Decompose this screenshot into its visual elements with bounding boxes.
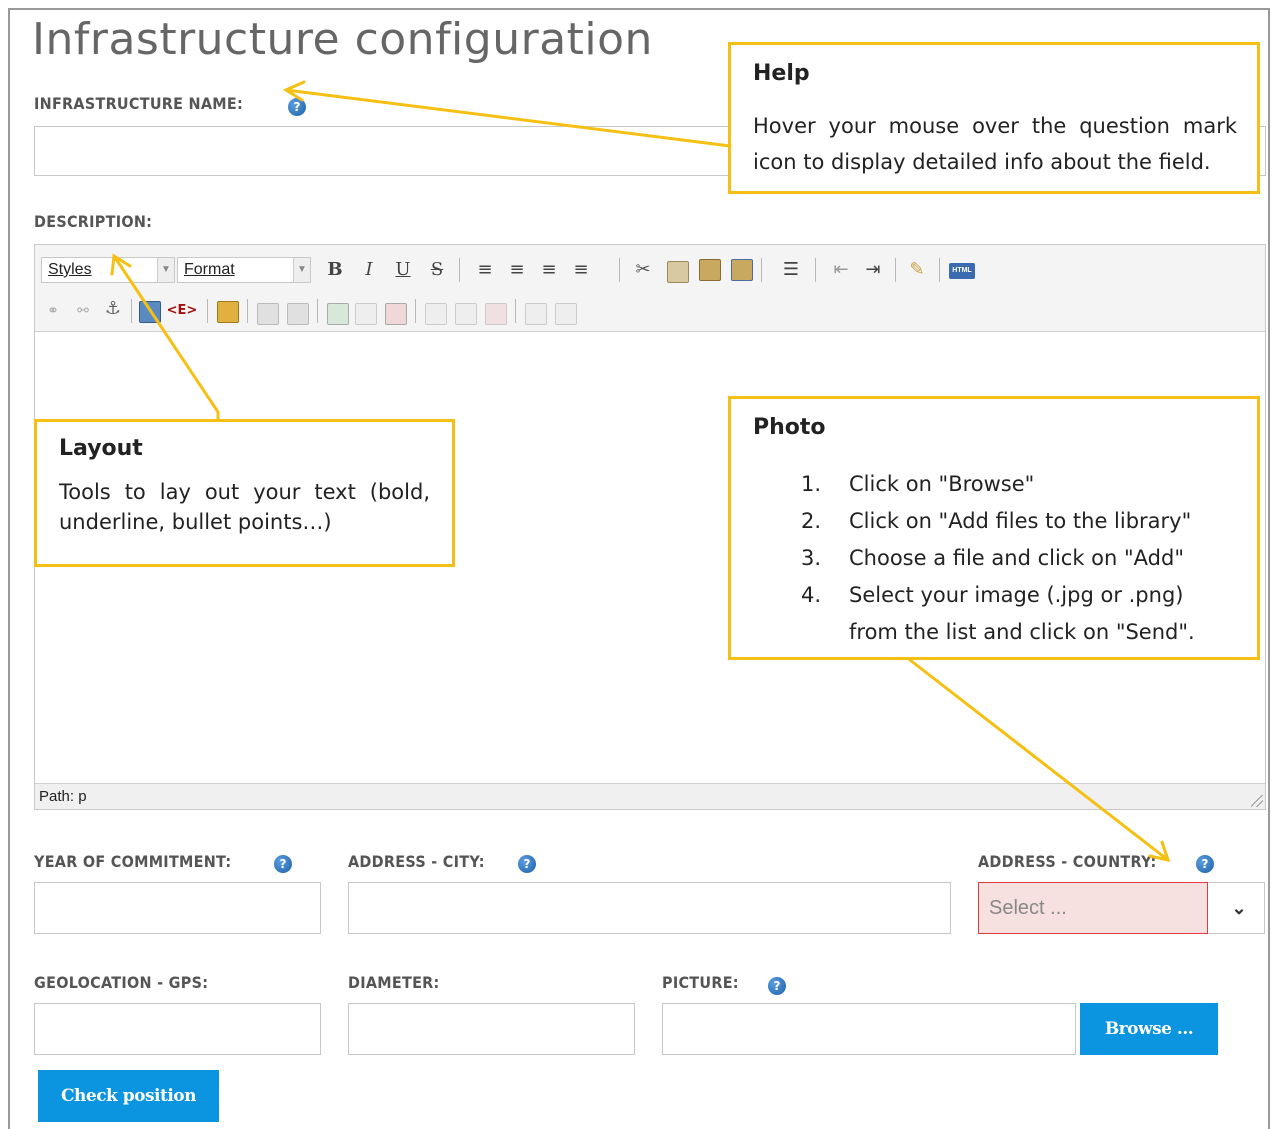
description-label: DESCRIPTION: (34, 212, 153, 231)
infrastructure-name-help-icon[interactable]: ? (288, 98, 306, 116)
align-left-icon[interactable]: ≡ (473, 258, 497, 282)
help-callout: Help Hover your mouse over the question … (728, 42, 1260, 194)
page-title: Infrastructure configuration (32, 14, 653, 65)
align-justify-icon[interactable]: ≡ (569, 258, 593, 282)
delete-row-icon[interactable] (385, 303, 407, 325)
address-country-label: ADDRESS - COUNTRY: (978, 852, 1157, 871)
editor-path-bar: Path: p (35, 783, 1265, 809)
editor-path-label: Path: p (39, 788, 87, 805)
toolbar-separator (415, 299, 416, 323)
photo-callout-title: Photo (753, 415, 826, 440)
layout-callout: Layout Tools to lay out your text (bold,… (34, 419, 455, 567)
format-dropdown-label: Format (184, 261, 235, 278)
geolocation-gps-label: GEOLOCATION - GPS: (34, 973, 209, 992)
address-city-label: ADDRESS - CITY: (348, 852, 485, 871)
html-source-icon[interactable]: HTML (949, 263, 975, 279)
editor-toolbar: Styles ▼ Format ▼ B I U S ≡ ≡ ≡ ≡ ✂ ☰ ⇤ … (35, 245, 1265, 332)
help-callout-title: Help (753, 61, 810, 86)
unlink-icon[interactable]: ⚯ (71, 299, 95, 323)
photo-step: 3. Choose a file and click on "Add" (801, 546, 1184, 570)
insert-image-icon[interactable] (139, 301, 161, 323)
strikethrough-button[interactable]: S (425, 258, 449, 282)
address-country-selected-value: Select ... (978, 882, 1208, 934)
split-cell-icon[interactable] (525, 303, 547, 325)
delete-column-icon[interactable] (485, 303, 507, 325)
table-properties-icon[interactable] (287, 303, 309, 325)
infrastructure-name-label: INFRASTRUCTURE NAME: (34, 94, 243, 113)
chevron-down-icon: ▼ (157, 258, 174, 282)
layout-callout-text: Tools to lay out your text (bold, underl… (59, 480, 430, 534)
merge-cells-icon[interactable] (555, 303, 577, 325)
anchor-icon[interactable]: ⚓ (101, 297, 125, 321)
insert-row-after-icon[interactable] (355, 303, 377, 325)
picture-input[interactable] (662, 1003, 1076, 1055)
address-country-help-icon[interactable]: ? (1196, 855, 1214, 873)
special-character-icon[interactable]: <E> (163, 299, 201, 323)
picture-help-icon[interactable]: ? (768, 977, 786, 995)
toolbar-separator (761, 258, 762, 282)
underline-button[interactable]: U (391, 258, 415, 282)
insert-column-icon[interactable] (425, 303, 447, 325)
insert-row-icon[interactable] (327, 303, 349, 325)
year-of-commitment-help-icon[interactable]: ? (274, 855, 292, 873)
photo-step: 4. Select your image (.jpg or .png) from … (801, 583, 1195, 644)
photo-step: 2. Click on "Add files to the library" (801, 509, 1192, 533)
photo-steps-list: 1. Click on "Browse" 2. Click on "Add file… (753, 466, 1237, 651)
format-dropdown[interactable]: Format ▼ (177, 257, 311, 283)
diameter-input[interactable] (348, 1003, 635, 1055)
chevron-down-icon: ⌄ (1231, 898, 1247, 918)
bullet-list-icon[interactable]: ☰ (779, 258, 803, 282)
year-of-commitment-input[interactable] (34, 882, 321, 934)
copy-icon[interactable] (667, 261, 689, 283)
chevron-down-icon: ▼ (293, 258, 310, 282)
toolbar-separator (317, 299, 318, 323)
photo-step: 1. Click on "Browse" (801, 472, 1035, 496)
paste-word-icon[interactable] (731, 259, 753, 281)
picture-label: PICTURE: (662, 973, 739, 992)
toolbar-separator (207, 299, 208, 323)
edit-icon[interactable] (217, 301, 239, 323)
check-position-button[interactable]: Check position (38, 1070, 219, 1122)
toolbar-separator (459, 258, 460, 282)
diameter-label: DIAMETER: (348, 973, 440, 992)
indent-icon[interactable]: ⇥ (861, 258, 885, 282)
toolbar-separator (815, 258, 816, 282)
browse-button[interactable]: Browse ... (1080, 1003, 1218, 1055)
brush-icon[interactable]: ✎ (905, 258, 929, 282)
toolbar-separator (247, 299, 248, 323)
outdent-icon[interactable]: ⇤ (829, 258, 853, 282)
layout-callout-title: Layout (59, 436, 143, 461)
table-icon[interactable] (257, 303, 279, 325)
address-country-select[interactable]: Select ... ⌄ (978, 882, 1265, 934)
year-of-commitment-label: YEAR OF COMMITMENT: (34, 852, 232, 871)
styles-dropdown[interactable]: Styles ▼ (41, 257, 175, 283)
cut-icon[interactable]: ✂ (631, 258, 655, 282)
toolbar-separator (515, 299, 516, 323)
styles-dropdown-label: Styles (48, 261, 92, 278)
toolbar-separator (939, 258, 940, 282)
geolocation-gps-input[interactable] (34, 1003, 321, 1055)
align-right-icon[interactable]: ≡ (537, 258, 561, 282)
resize-handle-icon[interactable] (1251, 795, 1263, 807)
toolbar-separator (619, 258, 620, 282)
address-city-input[interactable] (348, 882, 951, 934)
insert-column-after-icon[interactable] (455, 303, 477, 325)
italic-button[interactable]: I (357, 258, 381, 282)
toolbar-separator (131, 299, 132, 323)
address-city-help-icon[interactable]: ? (518, 855, 536, 873)
photo-callout: Photo 1. Click on "Browse" 2. Click on "Ad… (728, 396, 1260, 660)
toolbar-separator (895, 258, 896, 282)
paste-icon[interactable] (699, 259, 721, 281)
help-callout-text: Hover your mouse over the question mark … (753, 114, 1237, 174)
bold-button[interactable]: B (323, 258, 347, 282)
link-icon[interactable]: ⚭ (41, 299, 65, 323)
align-center-icon[interactable]: ≡ (505, 258, 529, 282)
